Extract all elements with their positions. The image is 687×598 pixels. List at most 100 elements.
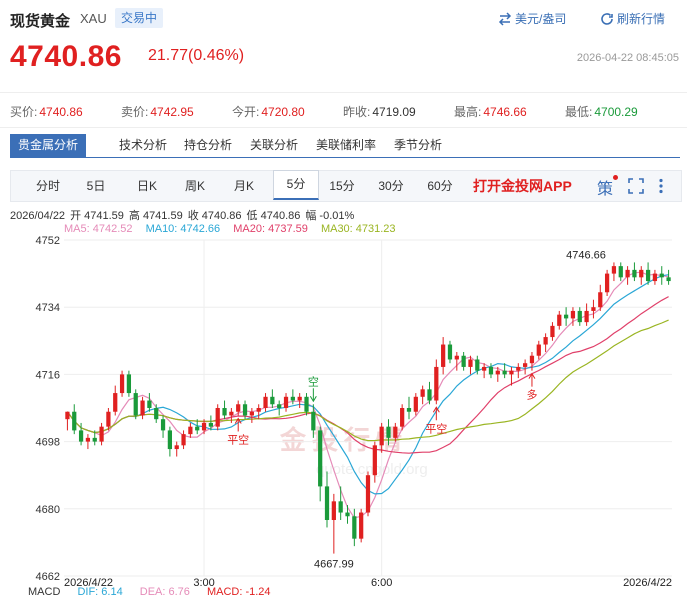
candle-body bbox=[133, 393, 138, 416]
candle-body bbox=[509, 370, 514, 375]
period-tab-daily[interactable]: 日K bbox=[124, 171, 170, 201]
macd-legend: MACD DIF: 6.14 DEA: 6.76 MACD: -1.24 bbox=[28, 586, 271, 598]
period-tab-30min[interactable]: 30分 bbox=[368, 171, 414, 201]
candle-body bbox=[229, 411, 234, 416]
y-tick-label: 4734 bbox=[36, 302, 60, 314]
candle-body bbox=[413, 396, 418, 412]
signal-label: 平空 bbox=[425, 421, 447, 435]
tab-positions[interactable]: 持仓分析 bbox=[184, 134, 232, 157]
candle-body bbox=[147, 400, 152, 408]
x-tick-label: 2026/4/22 bbox=[623, 577, 672, 586]
candle-body bbox=[201, 422, 207, 431]
candle-body bbox=[242, 404, 248, 416]
ma30-line bbox=[66, 319, 669, 442]
candle-body bbox=[119, 374, 125, 394]
instrument-title: 现货黄金 bbox=[10, 13, 71, 30]
period-tabs: 分时 5日 日K 周K 月K 5分 15分 30分 60分 打开金投网APP 策 bbox=[10, 170, 682, 202]
candle-body bbox=[160, 419, 166, 431]
candle-body bbox=[249, 411, 254, 416]
candle-body bbox=[270, 396, 275, 405]
candle-body bbox=[591, 307, 596, 311]
candle-body bbox=[365, 475, 371, 513]
period-tab-monthly[interactable]: 月K bbox=[221, 171, 267, 201]
candle-body bbox=[297, 396, 302, 401]
candle-body bbox=[570, 310, 576, 319]
candle-body bbox=[181, 434, 186, 446]
candle-body bbox=[563, 314, 569, 319]
analysis-tabs: 贵金属分析 技术分析 持仓分析 关联分析 美联储利率 季节分析 bbox=[10, 134, 680, 158]
candle-body bbox=[215, 408, 220, 427]
more-menu-icon[interactable] bbox=[657, 178, 665, 194]
tab-precious-metals[interactable]: 贵金属分析 bbox=[10, 134, 87, 157]
candle-body bbox=[523, 363, 528, 367]
candle-body bbox=[434, 366, 439, 401]
refresh-label: 刷新行情 bbox=[617, 12, 666, 26]
candle-body bbox=[536, 344, 541, 356]
period-tab-weekly[interactable]: 周K bbox=[172, 171, 218, 201]
candle-body bbox=[557, 314, 562, 326]
swap-icon bbox=[498, 12, 512, 26]
y-tick-label: 4716 bbox=[36, 369, 60, 381]
quote-ask: 卖价: 4742.95 bbox=[121, 105, 194, 119]
candle-body bbox=[92, 437, 97, 442]
quote-high: 最高: 4746.66 bbox=[454, 105, 527, 119]
refresh-button[interactable]: 刷新行情 bbox=[600, 10, 665, 27]
period-tab-5d[interactable]: 5日 bbox=[73, 171, 119, 201]
candle-body bbox=[338, 501, 343, 513]
ohlc-readout: 2026/04/22 开 4741.59 高 4741.59 收 4740.86 低 4… bbox=[10, 210, 355, 222]
tab-correlation[interactable]: 关联分析 bbox=[250, 134, 298, 157]
y-tick-label: 4680 bbox=[36, 504, 60, 516]
period-tab-intraday[interactable]: 分时 bbox=[25, 171, 71, 201]
candle-body bbox=[304, 396, 309, 412]
price-change: 21.77(0.46%) bbox=[148, 47, 245, 64]
candle-body bbox=[639, 269, 644, 278]
candle-body bbox=[324, 486, 330, 520]
signal-label: 空 bbox=[308, 374, 319, 388]
candle-body bbox=[529, 355, 535, 364]
trading-status-badge: 交易中 bbox=[115, 8, 164, 28]
open-app-link[interactable]: 打开金投网APP bbox=[473, 171, 572, 201]
currency-toggle-button[interactable]: 美元/盎司 bbox=[498, 10, 566, 27]
candlestick-chart[interactable]: 4752 4734 4716 4698 4680 4662 2026/4/22 3:00 6:0… bbox=[0, 230, 687, 586]
candle-body bbox=[277, 404, 282, 408]
quote-timestamp: 2026-04-22 08:45:05 bbox=[576, 52, 679, 64]
candle-body bbox=[379, 426, 384, 446]
candle-body bbox=[577, 310, 582, 323]
candle-body bbox=[550, 325, 555, 338]
candle-body bbox=[441, 344, 446, 367]
candle-body bbox=[352, 516, 357, 539]
tab-technical[interactable]: 技术分析 bbox=[119, 134, 167, 157]
candle-body bbox=[263, 396, 268, 408]
candle-body bbox=[78, 430, 84, 442]
strategy-icon[interactable]: 策 bbox=[597, 175, 619, 199]
candle-body bbox=[447, 344, 453, 360]
candle-body bbox=[406, 408, 412, 412]
quote-low: 最低: 4700.29 bbox=[565, 105, 638, 119]
last-price: 4740.86 bbox=[10, 40, 122, 73]
x-tick-label: 2026/4/22 bbox=[64, 577, 113, 586]
candle-body bbox=[154, 408, 159, 420]
candle-body bbox=[502, 370, 507, 375]
candle-body bbox=[126, 374, 132, 394]
candle-body bbox=[666, 277, 671, 282]
fullscreen-icon[interactable] bbox=[628, 178, 644, 194]
y-tick-label: 4752 bbox=[36, 235, 60, 247]
period-tab-5min[interactable]: 5分 bbox=[273, 170, 319, 200]
tab-seasonal[interactable]: 季节分析 bbox=[394, 134, 442, 157]
period-tab-15min[interactable]: 15分 bbox=[319, 171, 365, 201]
candle-body bbox=[604, 273, 610, 293]
candle-body bbox=[188, 426, 193, 435]
quote-prev-close: 昨收: 4719.09 bbox=[343, 105, 416, 119]
period-tab-60min[interactable]: 60分 bbox=[417, 171, 463, 201]
high-price-label: 4746.66 bbox=[566, 249, 606, 261]
candle-body bbox=[427, 389, 432, 401]
candle-body bbox=[290, 396, 295, 401]
candle-body bbox=[386, 426, 391, 438]
candle-body bbox=[99, 426, 104, 442]
candle-body bbox=[311, 411, 316, 431]
tab-fed-rate[interactable]: 美联储利率 bbox=[316, 134, 376, 157]
candle-body bbox=[85, 437, 91, 442]
candle-body bbox=[645, 269, 651, 282]
candle-body bbox=[106, 411, 111, 427]
candle-body bbox=[72, 411, 77, 431]
